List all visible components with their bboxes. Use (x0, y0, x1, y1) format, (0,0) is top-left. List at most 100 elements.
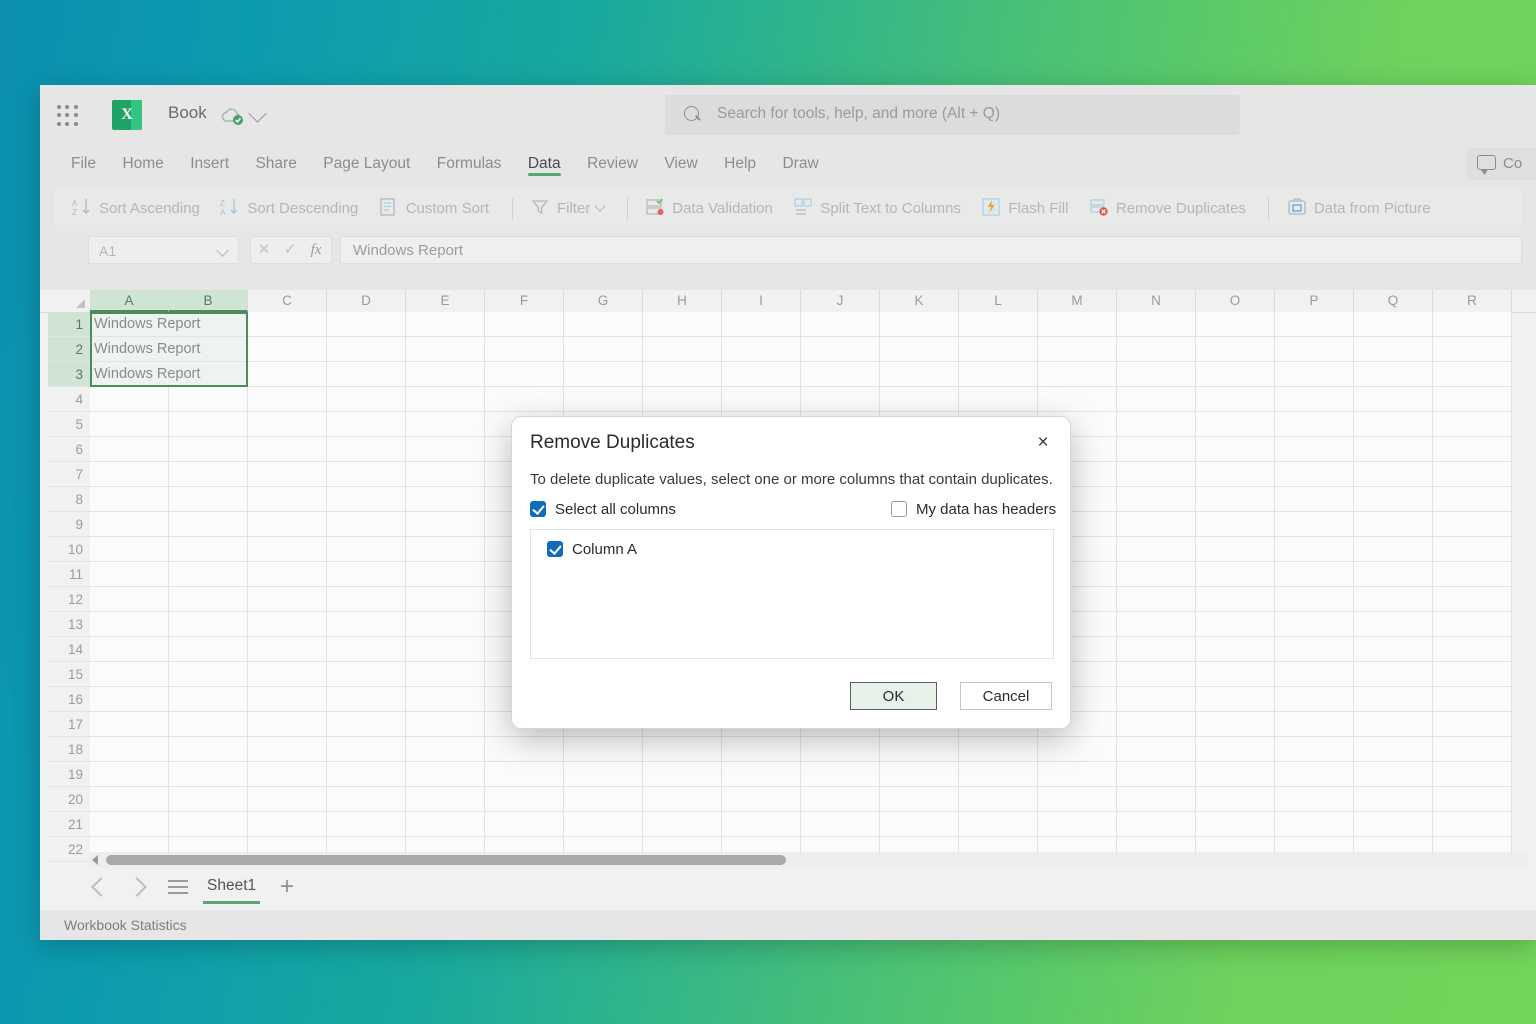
cell-O12[interactable] (1196, 587, 1275, 612)
cell-K4[interactable] (880, 387, 959, 412)
cell-B15[interactable] (169, 662, 248, 687)
row-header-3[interactable]: 3 (48, 362, 90, 387)
cell-H20[interactable] (643, 787, 722, 812)
cell-C16[interactable] (248, 687, 327, 712)
cell-O18[interactable] (1196, 737, 1275, 762)
cell-O5[interactable] (1196, 412, 1275, 437)
cell-E3[interactable] (406, 362, 485, 387)
cell-M4[interactable] (1038, 387, 1117, 412)
column-header-i[interactable]: I (722, 290, 801, 312)
cell-O3[interactable] (1196, 362, 1275, 387)
cell-A15[interactable] (90, 662, 169, 687)
row-header-1[interactable]: 1 (48, 312, 90, 337)
cell-C7[interactable] (248, 462, 327, 487)
tab-data[interactable]: Data (517, 145, 572, 176)
tab-review[interactable]: Review (576, 145, 649, 174)
sheet-list-icon[interactable] (168, 880, 188, 894)
cell-D20[interactable] (327, 787, 406, 812)
cell-K2[interactable] (880, 337, 959, 362)
cell-N5[interactable] (1117, 412, 1196, 437)
cell-H18[interactable] (643, 737, 722, 762)
cell-D1[interactable] (327, 312, 406, 337)
cell-E4[interactable] (406, 387, 485, 412)
cell-C18[interactable] (248, 737, 327, 762)
cell-H4[interactable] (643, 387, 722, 412)
cell-L3[interactable] (959, 362, 1038, 387)
cell-P7[interactable] (1275, 462, 1354, 487)
cell-A12[interactable] (90, 587, 169, 612)
data-validation-button[interactable]: Data Validation (645, 187, 789, 231)
cell-M19[interactable] (1038, 762, 1117, 787)
row-header-5[interactable]: 5 (48, 412, 90, 437)
cell-E13[interactable] (406, 612, 485, 637)
cell-L20[interactable] (959, 787, 1038, 812)
cell-J1[interactable] (801, 312, 880, 337)
cell-I3[interactable] (722, 362, 801, 387)
cell-A11[interactable] (90, 562, 169, 587)
row-header-2[interactable]: 2 (48, 337, 90, 362)
select-all-corner[interactable] (48, 290, 90, 312)
cell-N10[interactable] (1117, 537, 1196, 562)
cell-J4[interactable] (801, 387, 880, 412)
cell-P10[interactable] (1275, 537, 1354, 562)
row-header-13[interactable]: 13 (48, 612, 90, 637)
cell-F21[interactable] (485, 812, 564, 837)
cell-B10[interactable] (169, 537, 248, 562)
cell-C9[interactable] (248, 512, 327, 537)
comments-button[interactable]: Co (1466, 148, 1536, 180)
cell-O6[interactable] (1196, 437, 1275, 462)
cell-E20[interactable] (406, 787, 485, 812)
cell-L4[interactable] (959, 387, 1038, 412)
cell-C4[interactable] (248, 387, 327, 412)
cell-J2[interactable] (801, 337, 880, 362)
cell-K1[interactable] (880, 312, 959, 337)
cell-O20[interactable] (1196, 787, 1275, 812)
cell-E8[interactable] (406, 487, 485, 512)
cell-R18[interactable] (1433, 737, 1512, 762)
cell-P15[interactable] (1275, 662, 1354, 687)
cell-Q2[interactable] (1354, 337, 1433, 362)
cell-B21[interactable] (169, 812, 248, 837)
cell-Q8[interactable] (1354, 487, 1433, 512)
cell-N7[interactable] (1117, 462, 1196, 487)
column-header-q[interactable]: Q (1354, 290, 1433, 312)
cell-O15[interactable] (1196, 662, 1275, 687)
cell-B14[interactable] (169, 637, 248, 662)
cell-Q11[interactable] (1354, 562, 1433, 587)
cell-O13[interactable] (1196, 612, 1275, 637)
row-header-20[interactable]: 20 (48, 787, 90, 812)
cell-O14[interactable] (1196, 637, 1275, 662)
cell-C1[interactable] (248, 312, 327, 337)
insert-function-icon[interactable]: fx (303, 237, 329, 263)
cell-E16[interactable] (406, 687, 485, 712)
cell-P5[interactable] (1275, 412, 1354, 437)
cell-K18[interactable] (880, 737, 959, 762)
cell-Q10[interactable] (1354, 537, 1433, 562)
cell-A1[interactable]: Windows Report (90, 312, 248, 337)
column-header-g[interactable]: G (564, 290, 643, 312)
row-header-22[interactable]: 22 (48, 837, 90, 862)
cell-Q19[interactable] (1354, 762, 1433, 787)
cell-L2[interactable] (959, 337, 1038, 362)
cell-C10[interactable] (248, 537, 327, 562)
cell-E19[interactable] (406, 762, 485, 787)
cell-D17[interactable] (327, 712, 406, 737)
cell-A16[interactable] (90, 687, 169, 712)
cell-O11[interactable] (1196, 562, 1275, 587)
cell-G4[interactable] (564, 387, 643, 412)
cell-E9[interactable] (406, 512, 485, 537)
split-text-to-columns-button[interactable]: Split Text to Columns (793, 187, 977, 231)
tab-help[interactable]: Help (713, 145, 767, 174)
cell-D4[interactable] (327, 387, 406, 412)
cell-M2[interactable] (1038, 337, 1117, 362)
cell-N20[interactable] (1117, 787, 1196, 812)
scrollbar-thumb[interactable] (106, 855, 786, 865)
column-header-e[interactable]: E (406, 290, 485, 312)
name-box[interactable]: A1 (88, 236, 239, 264)
cell-N13[interactable] (1117, 612, 1196, 637)
flash-fill-button[interactable]: Flash Fill (981, 187, 1084, 231)
cell-Q18[interactable] (1354, 737, 1433, 762)
cell-B17[interactable] (169, 712, 248, 737)
cell-P18[interactable] (1275, 737, 1354, 762)
data-from-picture-button[interactable]: Data from Picture (1287, 187, 1447, 231)
